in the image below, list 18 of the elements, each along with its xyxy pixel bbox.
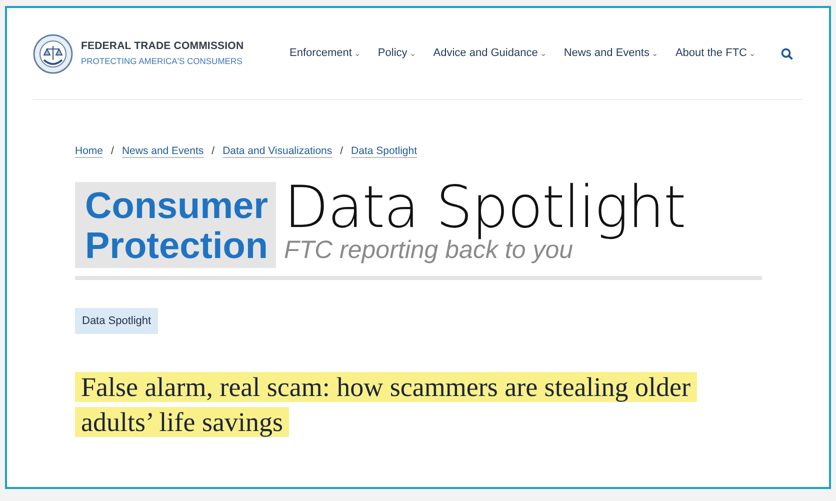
seal-logo[interactable]: [33, 34, 73, 74]
search-icon[interactable]: [781, 48, 793, 60]
nav-menu-item[interactable]: Enforcement ⌄: [290, 45, 361, 62]
breadcrumb-separator: /: [340, 144, 344, 159]
nav-menu-item[interactable]: News and Events ⌄: [564, 45, 658, 62]
breadcrumb-link[interactable]: Data and Visualizations: [222, 144, 332, 160]
nav-menu-item[interactable]: Advice and Guidance ⌄: [433, 45, 547, 62]
consumer-protection-label: Consumer Protection: [75, 182, 276, 268]
breadcrumb-separator: /: [212, 144, 215, 159]
breadcrumb-separator: /: [111, 144, 114, 159]
category-tag[interactable]: Data Spotlight: [75, 308, 158, 334]
breadcrumb-link[interactable]: Data Spotlight: [351, 144, 418, 160]
breadcrumb-link[interactable]: News and Events: [122, 144, 204, 160]
tagline: PROTECTING AMERICA'S CONSUMERS: [81, 55, 244, 68]
org-name: FEDERAL TRADE COMMISSION: [81, 39, 244, 54]
breadcrumb-link[interactable]: Home: [75, 144, 104, 160]
nav-menu-item[interactable]: Policy ⌄: [378, 45, 416, 62]
nav-menu-item[interactable]: About the FTC ⌄: [675, 45, 756, 62]
